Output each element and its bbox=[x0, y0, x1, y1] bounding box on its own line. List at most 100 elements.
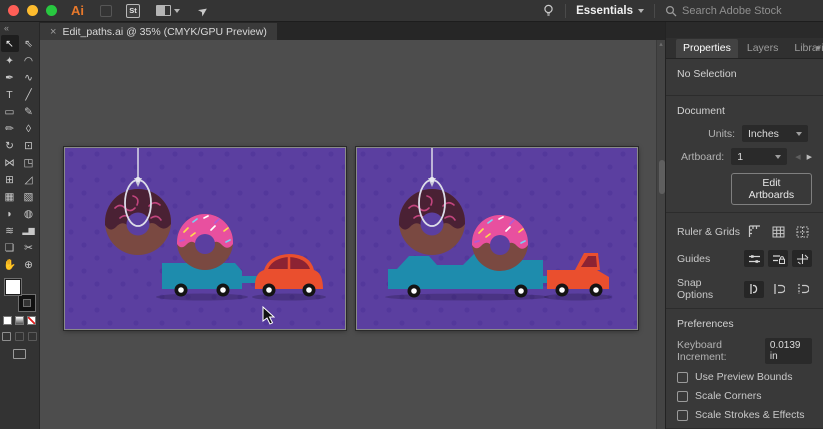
artboard-1-artwork[interactable] bbox=[65, 148, 345, 329]
canvas[interactable]: ▴ bbox=[40, 40, 665, 429]
units-dropdown[interactable]: Inches bbox=[742, 125, 808, 142]
gradient-button[interactable] bbox=[15, 316, 24, 325]
close-window-button[interactable] bbox=[8, 5, 19, 16]
trailer-wheel[interactable] bbox=[514, 284, 528, 298]
vertical-scrollbar[interactable]: ▴ bbox=[656, 40, 665, 429]
car-wheel[interactable] bbox=[302, 283, 316, 297]
line-segment-tool[interactable]: ╱ bbox=[20, 86, 38, 103]
chocolate-donut[interactable] bbox=[399, 189, 465, 255]
show-pixel-grid-button[interactable] bbox=[792, 223, 812, 240]
curvature-tool[interactable]: ∿ bbox=[20, 69, 38, 86]
adobe-stock-icon[interactable]: St bbox=[126, 3, 140, 18]
none-button[interactable] bbox=[27, 316, 36, 325]
show-rulers-button[interactable] bbox=[744, 223, 764, 240]
properties-panel: Properties Layers Libraries ▸ No Selecti… bbox=[665, 22, 823, 429]
column-graph-tool[interactable]: ▂▆ bbox=[20, 222, 38, 239]
arrange-documents-button[interactable] bbox=[156, 5, 180, 16]
workspace-switcher[interactable]: Essentials bbox=[576, 5, 644, 17]
pen-tool[interactable]: ✒ bbox=[1, 69, 19, 86]
draw-normal-mode-button[interactable] bbox=[2, 332, 11, 341]
pink-donut[interactable] bbox=[472, 215, 528, 271]
selection-tool[interactable]: ↖ bbox=[0, 35, 19, 52]
car-shadow bbox=[252, 293, 326, 301]
snap-to-grid-button[interactable] bbox=[744, 280, 764, 298]
draw-inside-mode-button[interactable] bbox=[28, 332, 37, 341]
lightbulb-icon[interactable] bbox=[542, 4, 555, 18]
maximize-window-button[interactable] bbox=[46, 5, 57, 16]
scale-strokes-effects-checkbox[interactable] bbox=[677, 409, 688, 421]
share-icon[interactable]: ➤ bbox=[195, 2, 211, 19]
snap-to-pixel-button[interactable] bbox=[792, 281, 812, 298]
eraser-tool[interactable]: ◊ bbox=[20, 120, 38, 137]
perspective-grid-tool[interactable]: ◿ bbox=[20, 171, 38, 188]
hand-tool[interactable]: ✋ bbox=[1, 256, 19, 273]
pink-donut[interactable] bbox=[177, 214, 233, 270]
search-icon bbox=[665, 5, 677, 16]
show-guides-button[interactable] bbox=[744, 250, 764, 267]
trailer-wheel[interactable] bbox=[174, 283, 188, 297]
minimize-window-button[interactable] bbox=[27, 5, 38, 16]
color-button[interactable] bbox=[3, 316, 12, 325]
use-preview-bounds-checkbox[interactable] bbox=[677, 371, 688, 383]
screen-mode-button[interactable] bbox=[13, 349, 26, 359]
car-wheel[interactable] bbox=[262, 283, 276, 297]
artboard-2[interactable] bbox=[356, 147, 638, 330]
artboard-tool[interactable]: ❏ bbox=[1, 239, 19, 256]
tab-properties[interactable]: Properties bbox=[676, 39, 738, 58]
zoom-tool[interactable]: ⊕ bbox=[20, 256, 38, 273]
fill-swatch[interactable] bbox=[4, 279, 21, 295]
shape-builder-tool[interactable]: ⊞ bbox=[1, 171, 19, 188]
scrollbar-thumb[interactable] bbox=[658, 160, 665, 194]
snap-point-icon bbox=[773, 284, 785, 294]
eyedropper-tool[interactable]: ◗ bbox=[1, 205, 19, 222]
scale-corners-checkbox[interactable] bbox=[677, 390, 688, 402]
truck-wheel[interactable] bbox=[555, 283, 569, 297]
selection-status: No Selection bbox=[677, 68, 737, 80]
truck-wheel[interactable] bbox=[589, 283, 603, 297]
slice-tool[interactable]: ✂ bbox=[20, 239, 38, 256]
draw-behind-mode-button[interactable] bbox=[15, 332, 24, 341]
collapse-tools-icon[interactable]: « bbox=[0, 22, 39, 34]
artboard-1[interactable] bbox=[64, 147, 346, 330]
close-document-icon[interactable]: × bbox=[50, 26, 56, 38]
document-tab[interactable]: × Edit_paths.ai @ 35% (CMYK/GPU Preview) bbox=[40, 23, 277, 41]
chocolate-donut[interactable] bbox=[105, 189, 171, 255]
snap-to-point-button[interactable] bbox=[768, 281, 788, 298]
scroll-up-icon[interactable]: ▴ bbox=[657, 40, 665, 48]
app-grid-icon[interactable] bbox=[100, 4, 112, 17]
panel-top-strip bbox=[666, 22, 823, 38]
mesh-tool[interactable]: ▦ bbox=[1, 188, 19, 205]
next-artboard-button[interactable]: ▶ bbox=[807, 153, 812, 161]
tab-layers[interactable]: Layers bbox=[740, 39, 786, 58]
show-grid-button[interactable] bbox=[768, 223, 788, 240]
smart-guides-button[interactable] bbox=[792, 250, 812, 267]
edit-artboards-button[interactable]: Edit Artboards bbox=[730, 173, 812, 205]
trailer-wheel[interactable] bbox=[216, 283, 230, 297]
shaper-tool[interactable]: ✏ bbox=[1, 120, 19, 137]
lock-guides-button[interactable] bbox=[768, 250, 788, 267]
rectangle-tool[interactable]: ▭ bbox=[1, 103, 19, 120]
previous-artboard-button[interactable]: ◀ bbox=[795, 153, 800, 161]
keyboard-increment-field[interactable]: 0.0139 in bbox=[764, 338, 812, 364]
magic-wand-tool[interactable]: ✦ bbox=[1, 52, 19, 69]
blend-tool[interactable]: ◍ bbox=[20, 205, 38, 222]
panel-expand-icon[interactable]: ▸ bbox=[817, 43, 821, 52]
artboard-2-artwork[interactable] bbox=[357, 148, 637, 329]
lock-guides-icon bbox=[772, 254, 785, 264]
lasso-tool[interactable]: ◠ bbox=[20, 52, 38, 69]
artboard-dropdown[interactable]: 1 bbox=[731, 148, 788, 165]
stroke-swatch[interactable] bbox=[18, 295, 35, 311]
symbol-sprayer-tool[interactable]: ≋ bbox=[1, 222, 19, 239]
chevron-down-icon bbox=[174, 8, 180, 13]
scale-tool[interactable]: ⊡ bbox=[20, 137, 38, 154]
direct-selection-tool[interactable]: ⇖ bbox=[20, 35, 38, 52]
width-tool[interactable]: ⋈ bbox=[1, 154, 19, 171]
trailer-wheel[interactable] bbox=[407, 284, 421, 298]
scale-corners-label: Scale Corners bbox=[695, 390, 762, 402]
paintbrush-tool[interactable]: ✎ bbox=[20, 103, 38, 120]
type-tool[interactable]: T bbox=[1, 86, 19, 103]
rotate-tool[interactable]: ↻ bbox=[1, 137, 19, 154]
adobe-stock-search-input[interactable]: Search Adobe Stock bbox=[665, 5, 815, 17]
gradient-tool[interactable]: ▧ bbox=[20, 188, 38, 205]
free-transform-tool[interactable]: ◳ bbox=[20, 154, 38, 171]
